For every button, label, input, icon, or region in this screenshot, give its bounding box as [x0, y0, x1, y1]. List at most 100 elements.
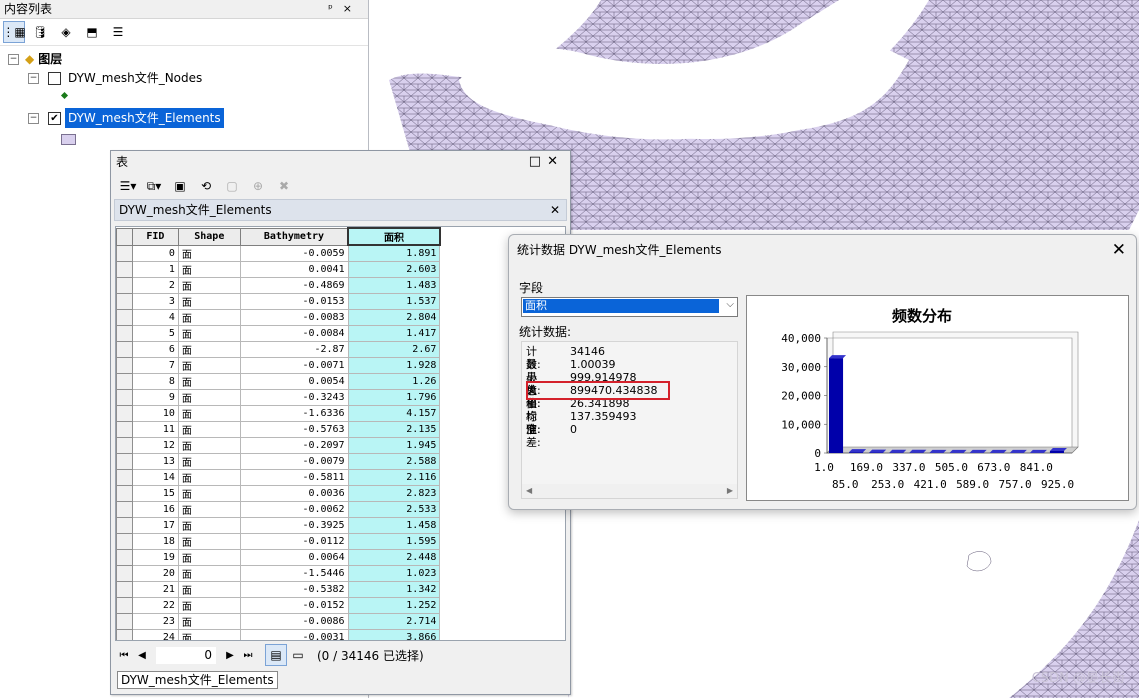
cell-fid[interactable]: 17 [131, 516, 179, 534]
table-row[interactable]: 11 面 -0.5763 2.135 [116, 420, 565, 438]
cell-bathymetry[interactable]: -0.5763 [239, 420, 349, 438]
cell-fid[interactable]: 12 [131, 436, 179, 454]
show-selected-records-icon[interactable]: ▭ [287, 644, 309, 666]
cell-shape[interactable]: 面 [177, 340, 241, 358]
cell-area[interactable]: 2.533 [347, 500, 441, 518]
cell-area[interactable]: 1.252 [347, 596, 441, 614]
cell-fid[interactable]: 5 [131, 324, 179, 342]
row-selector[interactable] [116, 356, 133, 374]
cell-area[interactable]: 2.714 [347, 612, 441, 630]
row-selector[interactable] [116, 580, 133, 598]
cell-bathymetry[interactable]: -0.2097 [239, 436, 349, 454]
row-selector[interactable] [116, 532, 133, 550]
cell-area[interactable]: 2.448 [347, 548, 441, 566]
cell-shape[interactable]: 面 [177, 628, 241, 640]
cell-fid[interactable]: 18 [131, 532, 179, 550]
cell-shape[interactable]: 面 [177, 516, 241, 534]
table-row[interactable]: 22 面 -0.0152 1.252 [116, 596, 565, 614]
cell-shape[interactable]: 面 [177, 612, 241, 630]
cell-shape[interactable]: 面 [177, 468, 241, 486]
cell-bathymetry[interactable]: -0.0079 [239, 452, 349, 470]
list-by-drawing-order-icon[interactable]: ⋮▦ [2, 21, 26, 43]
record-index-input[interactable]: 0 [155, 645, 217, 665]
row-selector[interactable] [116, 612, 133, 630]
options-icon[interactable]: ☰ [107, 21, 129, 43]
table-row[interactable]: 0 面 -0.0059 1.891 [116, 244, 565, 262]
cell-bathymetry[interactable]: -2.87 [239, 340, 349, 358]
last-record-icon[interactable]: ⏭ [239, 650, 257, 661]
cell-shape[interactable]: 面 [177, 564, 241, 582]
cell-area[interactable]: 2.116 [347, 468, 441, 486]
first-record-icon[interactable]: ⏮ [115, 650, 133, 661]
cell-area[interactable]: 1.417 [347, 324, 441, 342]
list-by-source-icon[interactable]: 🛢 [29, 21, 51, 43]
row-selector[interactable] [116, 244, 133, 262]
table-row[interactable]: 19 面 0.0064 2.448 [116, 548, 565, 566]
table-row[interactable]: 2 面 -0.4869 1.483 [116, 276, 565, 294]
cell-bathymetry[interactable]: 0.0041 [239, 260, 349, 278]
cell-shape[interactable]: 面 [177, 276, 241, 294]
table-row[interactable]: 15 面 0.0036 2.823 [116, 484, 565, 502]
close-icon[interactable]: ✕ [1112, 235, 1126, 265]
row-selector[interactable] [116, 372, 133, 390]
cell-fid[interactable]: 7 [131, 356, 179, 374]
cell-bathymetry[interactable]: -0.0071 [239, 356, 349, 374]
cell-shape[interactable]: 面 [177, 484, 241, 502]
cell-area[interactable]: 1.796 [347, 388, 441, 406]
table-row[interactable]: 9 面 -0.3243 1.796 [116, 388, 565, 406]
table-row[interactable]: 24 面 -0.0031 3.866 [116, 628, 565, 640]
maximize-icon[interactable]: □ [529, 154, 547, 169]
table-row[interactable]: 7 面 -0.0071 1.928 [116, 356, 565, 374]
row-selector[interactable] [116, 468, 133, 486]
cell-area[interactable]: 2.823 [347, 484, 441, 502]
cell-area[interactable]: 1.342 [347, 580, 441, 598]
collapse-icon[interactable]: − [8, 53, 19, 65]
table-row[interactable]: 23 面 -0.0086 2.714 [116, 612, 565, 630]
cell-shape[interactable]: 面 [177, 420, 241, 438]
layer-row-nodes[interactable]: − DYW_mesh文件_Nodes [28, 69, 202, 87]
row-selector[interactable] [116, 500, 133, 518]
collapse-icon[interactable]: − [28, 72, 39, 84]
cell-shape[interactable]: 面 [177, 308, 241, 326]
table-row[interactable]: 12 面 -0.2097 1.945 [116, 436, 565, 454]
row-selector[interactable] [116, 548, 133, 566]
layer-visibility-checkbox[interactable] [48, 71, 61, 85]
pin-icon[interactable]: ᵖ [328, 2, 343, 15]
cell-shape[interactable]: 面 [177, 532, 241, 550]
cell-bathymetry[interactable]: -0.5811 [239, 468, 349, 486]
cell-shape[interactable]: 面 [177, 500, 241, 518]
zoom-to-selected-icon[interactable]: ⊕ [247, 175, 269, 197]
row-selector[interactable] [116, 420, 133, 438]
cell-area[interactable]: 4.157 [347, 404, 441, 422]
field-select[interactable]: 面积 ⌵ [521, 297, 738, 317]
close-icon[interactable]: × [343, 2, 362, 15]
cell-bathymetry[interactable]: -0.0153 [239, 292, 349, 310]
row-selector[interactable] [116, 596, 133, 614]
row-selector[interactable] [116, 388, 133, 406]
related-tables-icon[interactable]: ⧉▾ [143, 175, 165, 197]
cell-area[interactable]: 1.537 [347, 292, 441, 310]
table-options-icon[interactable]: ☰▾ [117, 175, 139, 197]
cell-area[interactable]: 1.26 [347, 372, 441, 390]
next-record-icon[interactable]: ▶ [221, 650, 239, 661]
cell-bathymetry[interactable]: -0.0031 [239, 628, 349, 640]
cell-fid[interactable]: 3 [131, 292, 179, 310]
table-row[interactable]: 14 面 -0.5811 2.116 [116, 468, 565, 486]
cell-bathymetry[interactable]: -0.0083 [239, 308, 349, 326]
layer-name[interactable]: DYW_mesh文件_Nodes [68, 69, 202, 87]
cell-fid[interactable]: 15 [131, 484, 179, 502]
row-selector[interactable] [116, 340, 133, 358]
chevron-down-icon[interactable]: ⌵ [726, 299, 734, 310]
cell-bathymetry[interactable]: -0.3925 [239, 516, 349, 534]
layer-visibility-checkbox[interactable]: ✔ [48, 111, 61, 125]
table-row[interactable]: 4 面 -0.0083 2.804 [116, 308, 565, 326]
switch-selection-icon[interactable]: ⟲ [195, 175, 217, 197]
cell-bathymetry[interactable]: -0.0084 [239, 324, 349, 342]
cell-fid[interactable]: 21 [131, 580, 179, 598]
cell-area[interactable]: 2.588 [347, 452, 441, 470]
row-selector[interactable] [116, 564, 133, 582]
cell-area[interactable]: 1.595 [347, 532, 441, 550]
cell-area[interactable]: 3.866 [347, 628, 441, 640]
cell-area[interactable]: 2.67 [347, 340, 441, 358]
cell-bathymetry[interactable]: -0.5382 [239, 580, 349, 598]
